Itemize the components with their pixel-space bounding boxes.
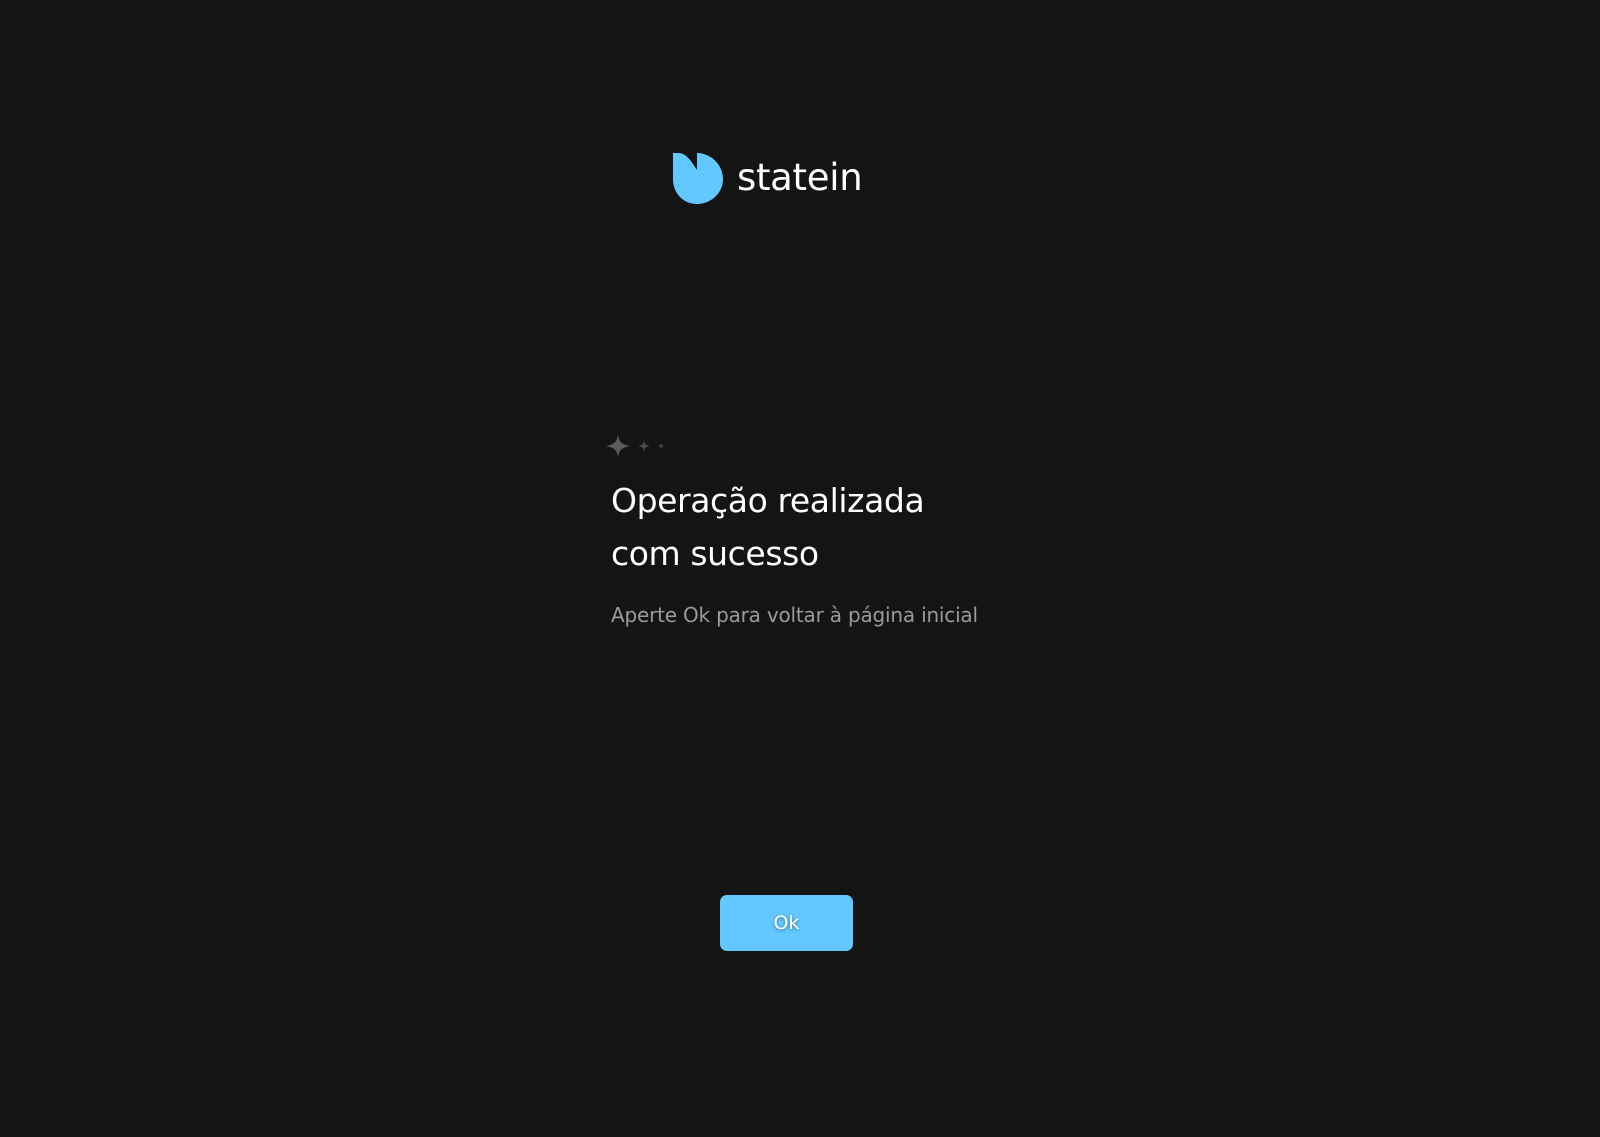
brand-name: statein — [737, 155, 863, 199]
ok-button[interactable]: Ok — [720, 895, 853, 951]
message-block: Operação realizada com sucesso Aperte Ok… — [611, 474, 1171, 628]
sparkles-icon — [606, 434, 663, 458]
success-title-line-1: Operação realizada — [611, 481, 925, 520]
success-title-line-2: com sucesso — [611, 534, 819, 573]
statein-logo-icon — [673, 153, 723, 204]
success-subtitle: Aperte Ok para voltar à página inicial — [611, 603, 978, 627]
brand-logo: statein — [671, 152, 863, 204]
success-screen: statein Operação realizada com sucesso A… — [0, 0, 1600, 1137]
